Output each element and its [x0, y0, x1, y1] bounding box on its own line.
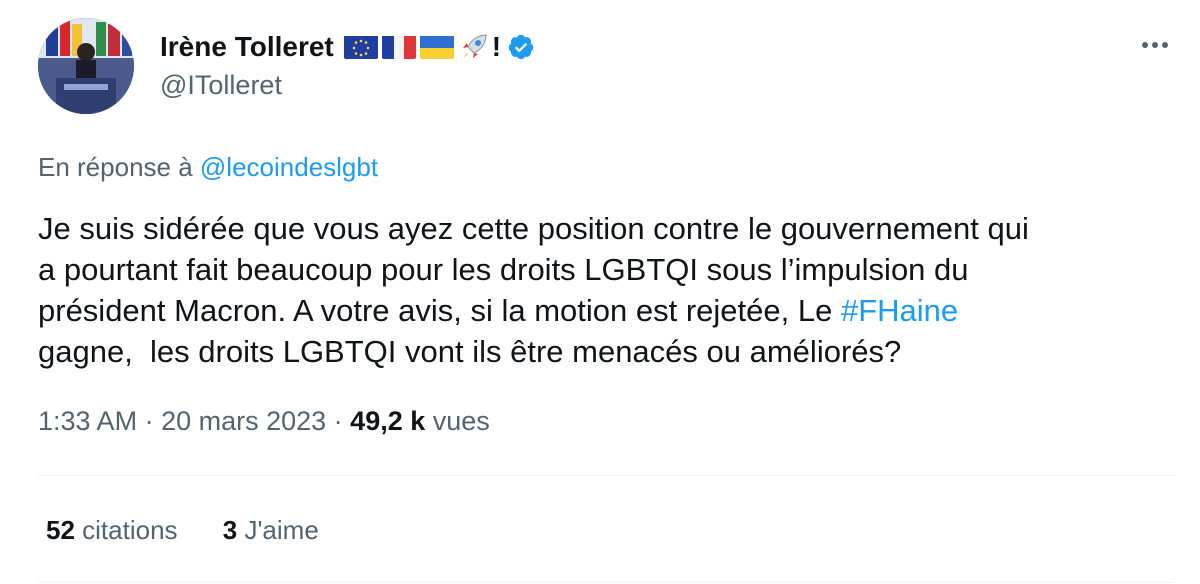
tweet-time-link[interactable]: 1:33 AM — [38, 406, 137, 436]
engagement-stats: 52 citations 3 J'aime — [46, 515, 319, 546]
author-name-suffix: ! — [491, 31, 502, 62]
meta-separator: · — [326, 406, 351, 436]
author-handle[interactable]: @ITolleret — [160, 70, 282, 101]
likes-count: 3 — [222, 515, 238, 545]
likes-stat-link[interactable]: 3 J'aime — [223, 515, 319, 546]
reply-context: En réponse à @lecoindeslgbt — [38, 152, 378, 183]
reply-mention-link[interactable]: @lecoindeslgbt — [200, 152, 378, 182]
quotes-label: citations — [74, 515, 178, 545]
divider — [38, 582, 1174, 583]
tweet-line: gagne, les droits LGBTQI vont ils être m… — [38, 334, 902, 369]
tweet-text: Je suis sidérée que vous ayez cette posi… — [38, 208, 1168, 372]
verified-badge-icon — [507, 33, 535, 61]
tweet-meta: 1:33 AM · 20 mars 2023 · 49,2 k vues — [38, 406, 490, 437]
quotes-count: 52 — [46, 515, 75, 545]
ukraine-flag-icon — [419, 35, 454, 59]
tweet-line: Je suis sidérée que vous ayez cette posi… — [38, 211, 1029, 246]
tweet-date-link[interactable]: 20 mars 2023 — [161, 406, 326, 436]
likes-label: J'aime — [237, 515, 319, 545]
reply-prefix: En réponse à — [38, 152, 193, 182]
more-dot-icon — [1142, 42, 1148, 48]
divider — [38, 475, 1174, 476]
avatar-photo — [38, 18, 134, 114]
author-name[interactable]: Irène Tolleret — [160, 31, 334, 63]
tweet-line: a pourtant fait beaucoup pour les droits… — [38, 252, 969, 287]
tweet-line-text: président Macron. A votre avis, si la mo… — [38, 293, 841, 328]
hashtag-link[interactable]: #FHaine — [841, 293, 958, 328]
tweet-line: président Macron. A votre avis, si la mo… — [38, 290, 1168, 331]
eu-flag-icon — [343, 35, 378, 59]
france-flag-icon — [381, 35, 416, 59]
author-name-row[interactable]: Irène Tolleret ! — [160, 28, 535, 66]
rocket-icon — [458, 31, 490, 63]
more-dot-icon — [1162, 42, 1168, 48]
more-options-button[interactable] — [1138, 30, 1172, 60]
views-label: vues — [425, 406, 490, 436]
meta-separator: · — [137, 406, 162, 436]
quotes-stat-link[interactable]: 52 citations — [46, 515, 178, 546]
author-avatar[interactable] — [38, 18, 134, 114]
more-dot-icon — [1152, 42, 1158, 48]
views-count: 49,2 k — [350, 406, 426, 436]
